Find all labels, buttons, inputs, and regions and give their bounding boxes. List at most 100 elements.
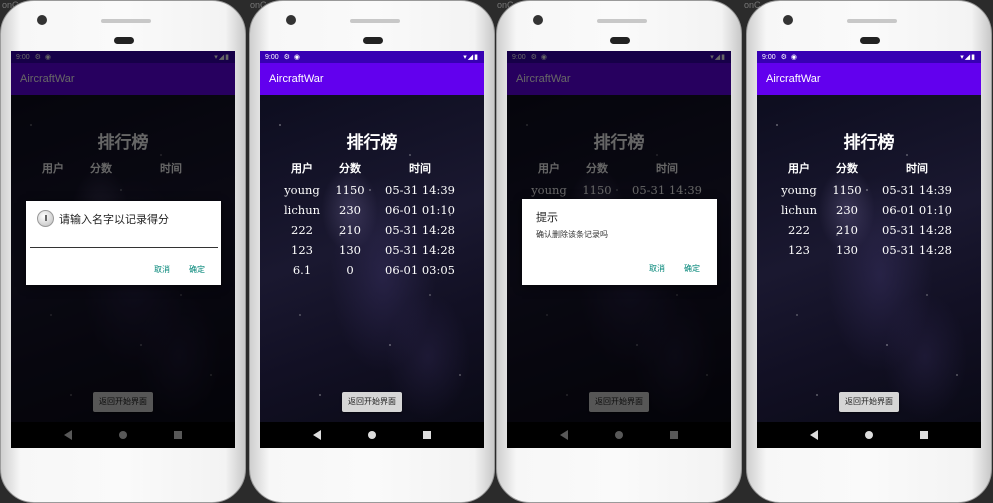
leaderboard-title: 排行榜 bbox=[346, 133, 398, 153]
table-row[interactable]: 222 210 05-31 14:28 bbox=[757, 223, 981, 243]
row-user: 222 bbox=[291, 223, 313, 237]
row-score: 210 bbox=[339, 223, 361, 237]
table-row[interactable]: 222 210 05-31 14:28 bbox=[260, 223, 484, 243]
phone-frame-1: 9:00 ⚙ ◉ ▾◢▮ AircraftWar 排行榜 用户 分数 时间 返回… bbox=[0, 0, 246, 503]
confirm-button[interactable]: 确定 bbox=[189, 264, 205, 275]
score-list: young 1150 05-31 14:39 lichun 230 06-01 … bbox=[260, 183, 484, 283]
row-user: young bbox=[284, 183, 320, 197]
row-time: 05-31 14:28 bbox=[385, 243, 455, 257]
col-user-header: 用户 bbox=[291, 162, 313, 175]
nav-bar bbox=[757, 422, 981, 448]
row-score: 1150 bbox=[335, 183, 365, 197]
phone-screen: 9:00 ⚙ ◉ ▾◢▮ AircraftWar 排行榜 用户 分数 时间 yo… bbox=[757, 51, 981, 448]
cancel-button[interactable]: 取消 bbox=[154, 264, 170, 275]
front-camera bbox=[286, 15, 296, 25]
col-time-header: 时间 bbox=[409, 162, 431, 175]
phone-screen: 9:00 ⚙ ◉ ▾◢▮ AircraftWar 排行榜 用户 分数 时间 返回… bbox=[11, 51, 235, 448]
row-score: 230 bbox=[339, 203, 361, 217]
signal-battery-icons: ▾◢▮ bbox=[463, 54, 479, 61]
front-camera bbox=[37, 15, 47, 25]
earpiece bbox=[363, 37, 383, 44]
row-time: 06-01 01:10 bbox=[882, 203, 952, 217]
row-score: 1150 bbox=[832, 183, 862, 197]
speaker-grille bbox=[597, 19, 647, 23]
front-camera bbox=[533, 15, 543, 25]
phone-screen: 9:00 ⚙ ◉ ▾◢▮ AircraftWar 排行榜 用户 分数 时间 yo… bbox=[260, 51, 484, 448]
notification-icons: ⚙ ◉ bbox=[780, 54, 798, 61]
nav-back-icon[interactable] bbox=[313, 430, 322, 440]
status-bar: 9:00 ⚙ ◉ ▾◢▮ bbox=[260, 51, 484, 63]
row-score: 210 bbox=[836, 223, 858, 237]
leaderboard-content: 排行榜 用户 分数 时间 young 1150 05-31 14:39 lich… bbox=[260, 95, 484, 422]
row-user: 123 bbox=[291, 243, 313, 257]
row-user: 123 bbox=[788, 243, 810, 257]
nav-recents-icon[interactable] bbox=[422, 431, 431, 439]
table-row[interactable]: 123 130 05-31 14:28 bbox=[757, 243, 981, 263]
status-bar: 9:00 ⚙ ◉ ▾◢▮ bbox=[757, 51, 981, 63]
phone-frame-2: 9:00 ⚙ ◉ ▾◢▮ AircraftWar 排行榜 用户 分数 时间 yo… bbox=[249, 0, 495, 503]
table-header: 用户 分数 时间 bbox=[260, 160, 484, 175]
delete-confirm-dialog: 提示 确认删除该条记录吗 取消 确定 bbox=[522, 199, 717, 285]
app-bar: AircraftWar bbox=[260, 63, 484, 95]
row-score: 130 bbox=[836, 243, 858, 257]
row-time: 05-31 14:28 bbox=[882, 223, 952, 237]
signal-battery-icons: ▾◢▮ bbox=[960, 54, 976, 61]
col-score-header: 分数 bbox=[836, 162, 858, 175]
row-time: 06-01 01:10 bbox=[385, 203, 455, 217]
dialog-message: 确认删除该条记录吗 bbox=[536, 230, 608, 239]
status-time: 9:00 bbox=[265, 53, 279, 61]
back-to-start-button[interactable]: 返回开始界面 bbox=[839, 392, 899, 412]
table-row[interactable]: young 1150 05-31 14:39 bbox=[260, 183, 484, 203]
row-time: 05-31 14:39 bbox=[882, 183, 952, 197]
speaker-grille bbox=[350, 19, 400, 23]
col-user-header: 用户 bbox=[788, 162, 810, 175]
dialog-title: 请输入名字以记录得分 bbox=[59, 212, 169, 226]
speaker-grille bbox=[847, 19, 897, 23]
row-user: 222 bbox=[788, 223, 810, 237]
row-time: 05-31 14:28 bbox=[385, 223, 455, 237]
leaderboard-content: 排行榜 用户 分数 时间 young 1150 05-31 14:39 lich… bbox=[757, 95, 981, 422]
table-row[interactable]: lichun 230 06-01 01:10 bbox=[260, 203, 484, 223]
score-list: young 1150 05-31 14:39 lichun 230 06-01 … bbox=[757, 183, 981, 263]
row-user: lichun bbox=[780, 203, 818, 217]
earpiece bbox=[114, 37, 134, 44]
row-time: 05-31 14:28 bbox=[882, 243, 952, 257]
row-time: 06-01 03:05 bbox=[385, 263, 455, 277]
notification-icons: ⚙ ◉ bbox=[283, 54, 301, 61]
info-icon bbox=[37, 210, 54, 227]
row-score: 230 bbox=[836, 203, 858, 217]
app-title: AircraftWar bbox=[766, 73, 821, 85]
nav-home-icon[interactable] bbox=[864, 431, 873, 439]
table-row[interactable]: 6.1 0 06-01 03:05 bbox=[260, 263, 484, 283]
status-time: 9:00 bbox=[762, 53, 776, 61]
nav-recents-icon[interactable] bbox=[919, 431, 928, 439]
app-bar: AircraftWar bbox=[757, 63, 981, 95]
dialog-title: 提示 bbox=[536, 211, 558, 224]
row-user: young bbox=[781, 183, 817, 197]
nav-back-icon[interactable] bbox=[810, 430, 819, 440]
front-camera bbox=[783, 15, 793, 25]
table-row[interactable]: young 1150 05-31 14:39 bbox=[757, 183, 981, 203]
name-input-dialog: 请输入名字以记录得分 取消 确定 bbox=[26, 201, 221, 285]
earpiece bbox=[610, 37, 630, 44]
table-row[interactable]: 123 130 05-31 14:28 bbox=[260, 243, 484, 263]
nav-home-icon[interactable] bbox=[367, 431, 376, 439]
phone-frame-3: 9:00 ⚙ ◉ ▾◢▮ AircraftWar 排行榜 用户 分数 时间 yo… bbox=[496, 0, 742, 503]
row-time: 05-31 14:39 bbox=[385, 183, 455, 197]
col-time-header: 时间 bbox=[906, 162, 928, 175]
row-score: 0 bbox=[346, 263, 354, 277]
nav-bar bbox=[260, 422, 484, 448]
speaker-grille bbox=[101, 19, 151, 23]
name-input[interactable] bbox=[30, 241, 218, 248]
table-row[interactable]: lichun 230 06-01 01:10 bbox=[757, 203, 981, 223]
row-user: lichun bbox=[283, 203, 321, 217]
app-title: AircraftWar bbox=[269, 73, 324, 85]
row-user: 6.1 bbox=[292, 263, 312, 277]
confirm-button[interactable]: 确定 bbox=[684, 263, 700, 274]
row-score: 130 bbox=[339, 243, 361, 257]
phone-frame-4: 9:00 ⚙ ◉ ▾◢▮ AircraftWar 排行榜 用户 分数 时间 yo… bbox=[746, 0, 992, 503]
cancel-button[interactable]: 取消 bbox=[649, 263, 665, 274]
earpiece bbox=[860, 37, 880, 44]
back-to-start-button[interactable]: 返回开始界面 bbox=[342, 392, 402, 412]
col-score-header: 分数 bbox=[339, 162, 361, 175]
